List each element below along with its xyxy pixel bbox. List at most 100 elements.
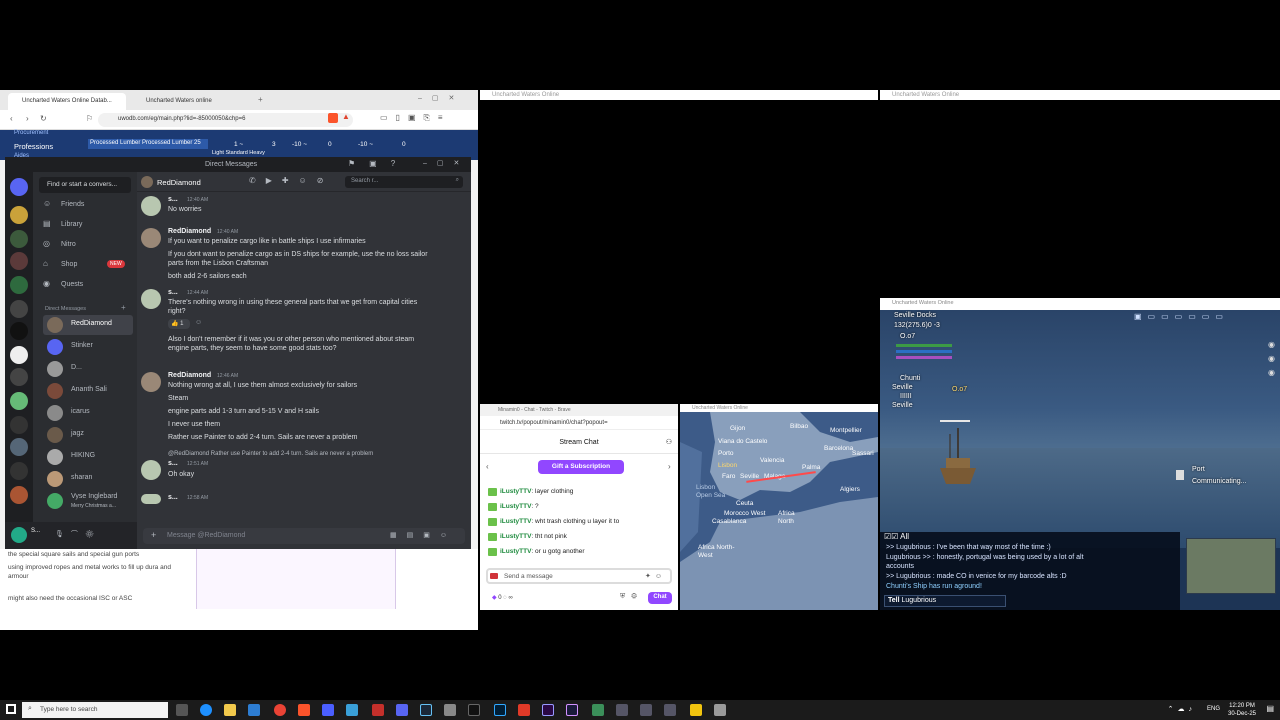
forward-icon[interactable]: › (26, 114, 29, 123)
app-icon[interactable] (592, 704, 604, 716)
new-tab-button[interactable]: + (258, 95, 263, 104)
file-explorer-icon[interactable] (224, 704, 236, 716)
server-icon[interactable] (10, 392, 28, 410)
web-nav-item[interactable]: Professions (14, 142, 53, 151)
browser-extension-icons[interactable]: ▭▯▣⎘≡ (380, 113, 451, 123)
reply-preview[interactable]: @RedDiamond Rather use Painter to add 2-… (168, 450, 458, 459)
server-icon[interactable] (10, 368, 28, 386)
game-icon[interactable] (640, 704, 652, 716)
dm-item[interactable]: sharan (43, 469, 133, 489)
after-effects-icon[interactable] (566, 704, 578, 716)
chevron-left-icon[interactable]: ‹ (486, 462, 489, 471)
app-icon[interactable] (248, 704, 260, 716)
app-icon[interactable] (444, 704, 456, 716)
ship-sprite[interactable] (936, 428, 980, 488)
dm-item[interactable]: HIKING (43, 447, 133, 467)
dm-item[interactable]: Stinker (43, 337, 133, 357)
sidebar-item-quests[interactable]: ◉ Quests (43, 279, 133, 293)
browser-tab-uwodb[interactable]: Uncharted Waters Online Datab... (8, 93, 126, 110)
server-icon[interactable] (10, 276, 28, 294)
avatar[interactable] (11, 527, 27, 543)
brave-rewards-icon[interactable]: ▲ (342, 112, 350, 121)
server-icon[interactable] (10, 252, 28, 270)
add-reaction-icon[interactable]: ☺ (195, 319, 202, 326)
discord-home-icon[interactable] (10, 178, 28, 196)
game-toolbar-icons[interactable]: ▣▭▭▭▭▭▭ (1134, 312, 1276, 326)
composer-icons[interactable]: ▦▤▣☺ (390, 531, 457, 539)
dm-item[interactable]: RedDiamond (43, 315, 133, 335)
server-icon[interactable] (10, 206, 28, 224)
photoshop-icon[interactable] (494, 704, 506, 716)
sidebar-item-nitro[interactable]: ◎ Nitro (43, 239, 133, 253)
notifications-icon[interactable]: ▤ (1266, 704, 1274, 713)
premiere-icon[interactable] (542, 704, 554, 716)
attach-icon[interactable]: + (151, 530, 156, 540)
server-icon[interactable] (10, 416, 28, 434)
game-icon[interactable] (616, 704, 628, 716)
bookmark-icon[interactable]: ⚐ (86, 114, 93, 123)
discord-icon[interactable] (396, 704, 408, 716)
twitch-address-bar[interactable]: twitch.tv/popout/minamin0/chat?popout= (480, 416, 678, 430)
brave-icon[interactable] (298, 704, 310, 716)
chat-user[interactable]: iLustyTTV (500, 533, 531, 540)
chat-tab-all[interactable]: ☑☑ All (884, 532, 909, 541)
send-message-input[interactable]: Send a message ✦☺ (486, 568, 672, 584)
reload-icon[interactable]: ↻ (40, 114, 47, 123)
chat-settings-icons[interactable]: ⛨⚙ (620, 593, 643, 601)
chrome-icon[interactable] (274, 704, 286, 716)
browser-tab-uwo[interactable]: Uncharted Waters online (132, 93, 250, 110)
server-icon[interactable] (10, 462, 28, 480)
dm-item[interactable]: Ananth Sali (43, 381, 133, 401)
message-input[interactable]: + Message @RedDiamond ▦▤▣☺ (143, 528, 465, 544)
user-controls[interactable]: 🎙⌒⚙ (55, 529, 101, 539)
port-icon[interactable] (1176, 470, 1184, 480)
server-icon[interactable] (10, 322, 28, 340)
start-icon[interactable] (6, 704, 16, 714)
chat-user[interactable]: iLustyTTV (500, 488, 531, 495)
chat-user[interactable]: iLustyTTV (500, 548, 531, 555)
minimap[interactable] (1186, 538, 1276, 594)
sidebar-item-library[interactable]: ▤ Library (43, 219, 133, 233)
web-item-link[interactable]: Processed Lumber Processed Lumber 25 (88, 139, 208, 149)
sidebar-item-shop[interactable]: ⌂ Shop NEW (43, 259, 133, 273)
find-conversation-input[interactable]: Find or start a convers... (39, 177, 131, 193)
search-input[interactable]: Search r... ⌕ (345, 176, 463, 188)
server-icon[interactable] (10, 346, 28, 364)
server-icon[interactable] (10, 300, 28, 318)
server-icon[interactable] (10, 230, 28, 248)
dm-item[interactable]: jagz (43, 425, 133, 445)
chat-header-icons[interactable]: ✆▶✚☺⊘ (249, 176, 333, 185)
server-icon[interactable] (10, 438, 28, 456)
acrobat-icon[interactable] (518, 704, 530, 716)
chat-user[interactable]: iLustyTTV (500, 503, 531, 510)
input-icons[interactable]: ✦☺ (645, 572, 666, 580)
steam-icon[interactable] (420, 704, 432, 716)
dm-item[interactable]: Vyse Inglebard Merry Christmas a... (43, 491, 133, 511)
dm-item[interactable]: icarus (43, 403, 133, 423)
reaction-chip[interactable]: 👍 1 (168, 319, 190, 329)
sidebar-item-friends[interactable]: ☺ Friends (43, 199, 133, 213)
address-bar[interactable]: uwodb.com/eg/main.php?lid=-85000050&chp=… (98, 113, 353, 127)
app-icon[interactable] (468, 704, 480, 716)
discord-toolbar-icons[interactable]: ⚑▣? (348, 159, 409, 168)
app-icon[interactable] (690, 704, 702, 716)
discord-window-controls[interactable]: –▢✕ (423, 159, 469, 167)
language-indicator[interactable]: ENG (1207, 706, 1220, 712)
chevron-right-icon[interactable]: › (668, 462, 671, 471)
server-icon[interactable] (10, 486, 28, 504)
clock[interactable]: 12:20 PM 30-Dec-25 (1228, 702, 1256, 718)
edge-icon[interactable] (200, 704, 212, 716)
back-icon[interactable]: ‹ (10, 114, 13, 123)
brave-shield-icon[interactable] (328, 113, 338, 123)
chat-user[interactable]: iLustyTTV (500, 518, 531, 525)
gift-subscription-button[interactable]: Gift a Subscription (538, 460, 624, 474)
system-tray-icons[interactable]: ⌃☁♪ (1168, 705, 1196, 713)
taskbar-search[interactable]: ⌕ Type here to search (22, 702, 168, 718)
create-dm-icon[interactable]: + (121, 303, 126, 312)
users-icon[interactable]: ⚇ (666, 438, 672, 446)
game-icon[interactable] (664, 704, 676, 716)
task-view-icon[interactable] (176, 704, 188, 716)
web-nav-item[interactable]: Procurement (14, 130, 48, 136)
tell-input[interactable]: Tell Lugubrious (884, 595, 1006, 607)
window-controls[interactable]: –▢✕ (418, 94, 464, 102)
